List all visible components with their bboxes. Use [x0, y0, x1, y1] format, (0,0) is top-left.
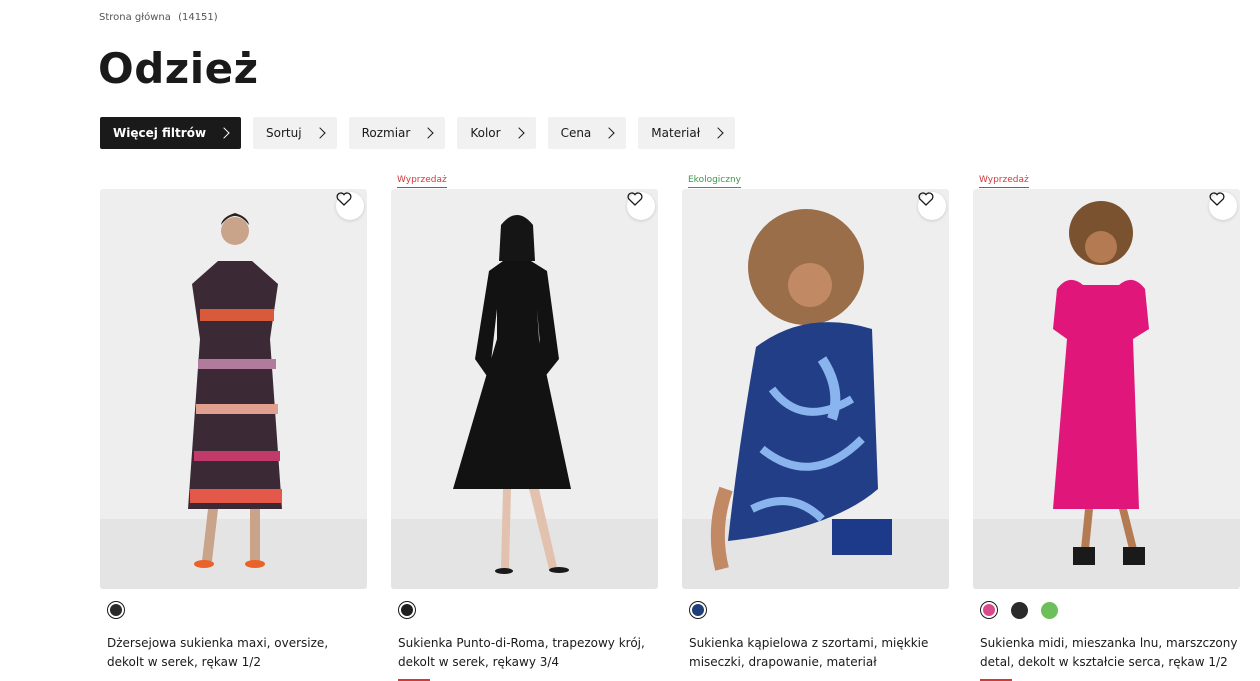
chevron-right-icon: [712, 127, 724, 139]
model-figure: [453, 215, 571, 574]
product-grid: Dżersejowa sukienka maxi, oversize, deko…: [100, 171, 1260, 681]
model-figure: [188, 213, 282, 568]
product-name[interactable]: Sukienka midi, mieszanka lnu, marszczony…: [980, 634, 1240, 672]
product-name[interactable]: Sukienka kąpielowa z szortami, miękkie m…: [689, 634, 949, 672]
filter-bar: Więcej filtrów Sortuj Rozmiar Kolor Cena…: [100, 117, 736, 149]
heart-icon: [627, 192, 643, 206]
chevron-right-icon: [603, 127, 615, 139]
product-image[interactable]: [973, 189, 1240, 589]
filter-label: Rozmiar: [361, 126, 411, 140]
color-swatch[interactable]: [980, 601, 998, 619]
wishlist-button[interactable]: [627, 192, 655, 220]
eco-badge: Ekologiczny: [688, 175, 742, 188]
sale-badge: Wyprzedaż: [979, 175, 1029, 188]
color-swatches: [107, 601, 125, 619]
swatch-color: [110, 604, 122, 616]
filter-label: Kolor: [470, 126, 501, 140]
product-image[interactable]: [100, 189, 367, 589]
product-image[interactable]: [682, 189, 949, 589]
color-swatch[interactable]: [398, 601, 416, 619]
swatch-color: [692, 604, 704, 616]
color-swatches: [689, 601, 707, 619]
page-title: Odzież: [98, 44, 259, 93]
chevron-right-icon: [422, 127, 434, 139]
model-figure: [710, 209, 892, 571]
model-figure: [1053, 201, 1149, 565]
size-filter-button[interactable]: Rozmiar: [348, 117, 446, 149]
filter-label: Sortuj: [266, 126, 302, 140]
price-filter-button[interactable]: Cena: [547, 117, 627, 149]
color-swatches: [980, 601, 1058, 619]
swatch-color: [401, 604, 413, 616]
color-filter-button[interactable]: Kolor: [457, 117, 536, 149]
swatch-color: [1010, 601, 1028, 619]
heart-icon: [918, 192, 934, 206]
breadcrumb: Strona główna (14151): [99, 12, 218, 23]
filter-label: Cena: [560, 126, 592, 140]
wishlist-button[interactable]: [1209, 192, 1237, 220]
sale-badge: Wyprzedaż: [397, 175, 447, 188]
wishlist-button[interactable]: [918, 192, 946, 220]
chevron-right-icon: [313, 127, 326, 139]
heart-icon: [336, 192, 352, 206]
color-swatch[interactable]: [107, 601, 125, 619]
product-name[interactable]: Sukienka Punto-di-Roma, trapezowy krój, …: [398, 634, 658, 672]
color-swatch[interactable]: [1010, 601, 1028, 619]
heart-icon: [1209, 192, 1225, 206]
more-filters-button[interactable]: Więcej filtrów: [100, 117, 242, 149]
product-image[interactable]: [391, 189, 658, 589]
color-swatch[interactable]: [1040, 601, 1058, 619]
wishlist-button[interactable]: [336, 192, 364, 220]
product-count: (14151): [178, 12, 218, 23]
material-filter-button[interactable]: Materiał: [638, 117, 736, 149]
breadcrumb-home-link[interactable]: Strona główna: [99, 12, 171, 23]
filter-label: Materiał: [651, 126, 701, 140]
color-swatch[interactable]: [689, 601, 707, 619]
product-name[interactable]: Dżersejowa sukienka maxi, oversize, deko…: [107, 634, 367, 672]
color-swatches: [398, 601, 416, 619]
filter-label: Więcej filtrów: [113, 126, 207, 140]
sort-button[interactable]: Sortuj: [253, 117, 337, 149]
chevron-right-icon: [512, 127, 525, 139]
swatch-color: [983, 604, 995, 616]
swatch-color: [1040, 601, 1058, 619]
chevron-right-icon: [218, 127, 230, 139]
